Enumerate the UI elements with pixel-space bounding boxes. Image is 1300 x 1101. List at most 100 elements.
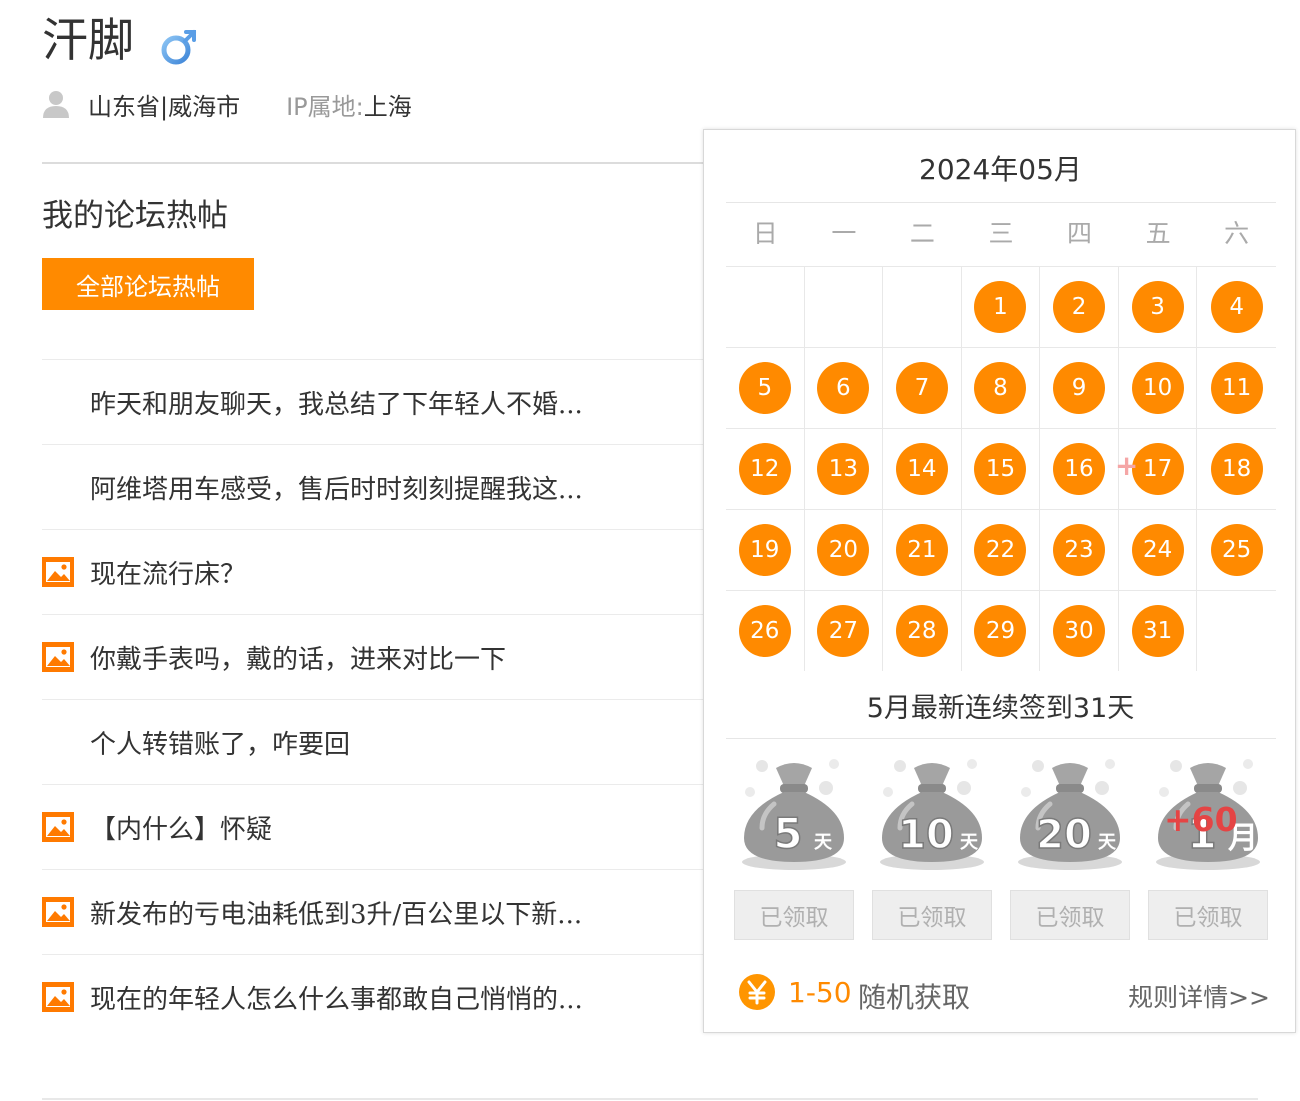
checked-in-day[interactable]: 1 xyxy=(974,281,1027,333)
checked-in-day[interactable]: 8 xyxy=(974,362,1027,414)
post-title[interactable]: 现在的年轻人怎么什么事都敢自己悄悄的... xyxy=(90,979,583,1016)
calendar-day-cell: 14 xyxy=(883,429,962,509)
post-title[interactable]: 新发布的亏电油耗低到3升/百公里以下新... xyxy=(90,894,582,931)
section-title: 我的论坛热帖 xyxy=(42,198,228,234)
checked-in-day[interactable]: 16 xyxy=(1053,443,1106,495)
weekday-label: 一 xyxy=(831,219,857,248)
post-item[interactable]: 阿维塔用车感受，售后时时刻刻提醒我这... xyxy=(42,444,704,529)
checked-in-day[interactable]: 10 xyxy=(1131,362,1184,414)
checked-in-day[interactable]: 20 xyxy=(817,524,870,576)
ip-value: 上海 xyxy=(363,92,412,121)
random-range: 1-50 xyxy=(788,976,852,1009)
post-item[interactable]: 个人转错账了，咋要回 xyxy=(42,699,704,784)
checked-in-day[interactable]: 29 xyxy=(974,605,1027,657)
checked-in-day[interactable]: 22 xyxy=(974,524,1027,576)
calendar-day-cell: 11 xyxy=(1197,348,1276,428)
checked-in-day[interactable]: 25 xyxy=(1210,524,1263,576)
checked-in-day[interactable]: 6 xyxy=(817,362,870,414)
calendar-week-row: 26 27 28 29 30 31 xyxy=(726,591,1276,671)
footer-divider xyxy=(42,1098,1258,1100)
checked-in-day[interactable]: 23 xyxy=(1053,524,1106,576)
money-bag-icon: 20 天 xyxy=(1018,759,1122,870)
checked-in-day[interactable]: 13 xyxy=(817,443,870,495)
checked-in-day[interactable]: 11 xyxy=(1210,362,1263,414)
calendar-day-cell: 5 xyxy=(726,348,805,428)
image-icon xyxy=(42,897,74,927)
checked-in-day[interactable]: 27 xyxy=(817,605,870,657)
calendar-day-cell: 19 xyxy=(726,510,805,590)
user-icon xyxy=(43,91,69,118)
rules-detail-link[interactable]: 规则详情>> xyxy=(1128,978,1270,1014)
checked-in-day[interactable]: 28 xyxy=(895,605,948,657)
ip-label: IP属地: xyxy=(286,92,364,121)
calendar-grid: 日一二三四五六 1 2 3 4 5 6 7 8 9 10 11 12 13 14 15 16 17 +18 19 20 2… xyxy=(726,202,1276,671)
calendar-day-cell: 13 xyxy=(805,429,884,509)
weekday-label: 三 xyxy=(988,219,1014,248)
checked-in-day[interactable]: 3 xyxy=(1131,281,1184,333)
header-divider xyxy=(42,162,704,164)
user-name: 汗脚 xyxy=(42,13,134,67)
post-title[interactable]: 昨天和朋友聊天，我总结了下年轻人不婚... xyxy=(90,384,583,421)
post-item[interactable]: 【内什么】怀疑 xyxy=(42,784,704,869)
bonus-points-text: +60 xyxy=(1164,800,1238,839)
claimed-button[interactable]: 已领取 xyxy=(1148,890,1268,940)
checked-in-day[interactable]: 5 xyxy=(738,362,791,414)
calendar-day-cell: 6 xyxy=(805,348,884,428)
post-title[interactable]: 阿维塔用车感受，售后时时刻刻提醒我这... xyxy=(90,469,583,506)
calendar-day-cell: 31 xyxy=(1119,591,1198,671)
post-title[interactable]: 现在流行床？ xyxy=(90,554,246,591)
calendar-day-cell: 9 xyxy=(1040,348,1119,428)
checked-in-day[interactable]: 2 xyxy=(1053,281,1106,333)
post-item[interactable]: 昨天和朋友聊天，我总结了下年轻人不婚... xyxy=(42,359,704,444)
checked-in-day[interactable]: 4 xyxy=(1210,281,1263,333)
post-title[interactable]: 【内什么】怀疑 xyxy=(90,809,272,846)
weekday-header-row: 日一二三四五六 xyxy=(726,202,1276,267)
post-title[interactable]: 你戴手表吗，戴的话，进来对比一下 xyxy=(90,639,506,676)
claimed-button[interactable]: 已领取 xyxy=(734,890,854,940)
post-list: 昨天和朋友聊天，我总结了下年轻人不婚... 阿维塔用车感受，售后时时刻刻提醒我这.… xyxy=(42,359,704,1039)
reward-days: 10 xyxy=(898,812,954,858)
post-item[interactable]: 现在的年轻人怎么什么事都敢自己悄悄的... xyxy=(42,954,704,1039)
post-item[interactable]: 你戴手表吗，戴的话，进来对比一下 xyxy=(42,614,704,699)
calendar-day-cell: 22 xyxy=(962,510,1041,590)
claimed-button[interactable]: 已领取 xyxy=(872,890,992,940)
calendar-day-cell: 29 xyxy=(962,591,1041,671)
all-forum-posts-button[interactable]: 全部论坛热帖 xyxy=(42,258,254,310)
post-title[interactable]: 个人转错账了，咋要回 xyxy=(90,724,350,761)
checked-in-day[interactable]: 9 xyxy=(1053,362,1106,414)
checked-in-day[interactable]: 12 xyxy=(738,443,791,495)
calendar-week-row: 19 20 21 22 23 24 25 xyxy=(726,510,1276,591)
plus-mark: + xyxy=(1114,449,1139,482)
claimed-button[interactable]: 已领取 xyxy=(1010,890,1130,940)
checked-in-day[interactable]: 21 xyxy=(895,524,948,576)
streak-divider xyxy=(726,738,1276,739)
calendar-day-cell xyxy=(726,267,805,347)
calendar-day-cell xyxy=(805,267,884,347)
checked-in-day[interactable]: 30 xyxy=(1053,605,1106,657)
weekday-label: 五 xyxy=(1145,219,1171,248)
checked-in-day[interactable]: 26 xyxy=(738,605,791,657)
reward-unit: 天 xyxy=(814,832,833,853)
checked-in-day[interactable]: 15 xyxy=(974,443,1027,495)
checked-in-day[interactable]: 31 xyxy=(1131,605,1184,657)
checked-in-day[interactable]: 7 xyxy=(895,362,948,414)
calendar-month-title: 2024年05月 xyxy=(919,153,1082,186)
calendar-day-cell: 16 xyxy=(1040,429,1119,509)
post-item[interactable]: 新发布的亏电油耗低到3升/百公里以下新... xyxy=(42,869,704,954)
checked-in-day[interactable]: 18 xyxy=(1210,443,1263,495)
calendar-day-cell: 1 xyxy=(962,267,1041,347)
weekday-label: 四 xyxy=(1067,219,1093,248)
checked-in-day[interactable]: 19 xyxy=(738,524,791,576)
calendar-week-row: 12 13 14 15 16 17 +18 xyxy=(726,429,1276,510)
calendar-day-cell: 23 xyxy=(1040,510,1119,590)
calendar-day-cell: 20 xyxy=(805,510,884,590)
calendar-day-cell: 25 xyxy=(1197,510,1276,590)
reward-item: 20 天已领取 xyxy=(1010,752,1130,952)
checkin-footer: 1-50 随机获取 规则详情>> xyxy=(738,968,1278,1018)
weekday-label: 日 xyxy=(752,219,778,248)
image-icon xyxy=(42,982,74,1012)
post-item[interactable]: 现在流行床？ xyxy=(42,529,704,614)
checked-in-day[interactable]: 14 xyxy=(895,443,948,495)
checked-in-day[interactable]: 24 xyxy=(1131,524,1184,576)
checked-in-day[interactable]: 17 xyxy=(1131,443,1184,495)
